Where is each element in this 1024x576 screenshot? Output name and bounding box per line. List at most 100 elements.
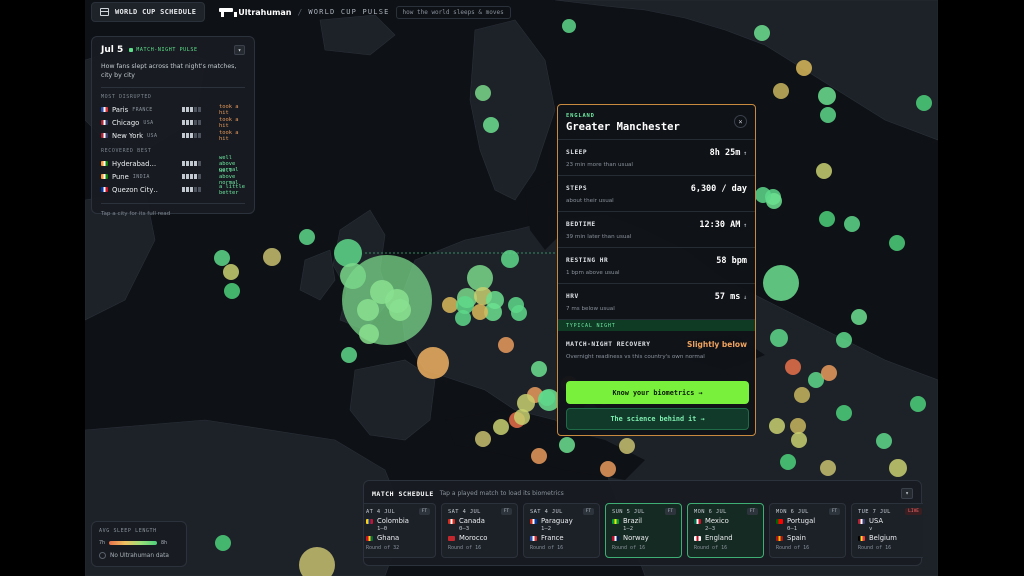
city-dot[interactable]	[770, 329, 788, 347]
city-dot[interactable]	[299, 229, 315, 245]
legend-max: 8h	[161, 540, 168, 546]
city-row[interactable]: New York USA took a hit	[101, 129, 245, 142]
city-dot[interactable]	[794, 387, 810, 403]
away-team-name: Norway	[623, 534, 649, 542]
city-dot[interactable]	[876, 433, 892, 449]
metric-value-text: 6,300 / day	[690, 184, 747, 194]
city-dot[interactable]	[791, 432, 807, 448]
city-dot[interactable]	[359, 324, 379, 344]
city-dot[interactable]	[889, 459, 907, 477]
city-dot[interactable]	[442, 297, 458, 313]
city-dot[interactable]	[763, 265, 799, 301]
city-dot[interactable]	[790, 418, 806, 434]
city-dot[interactable]	[836, 405, 852, 421]
city-dot[interactable]	[910, 396, 926, 412]
home-team-name: USA	[869, 517, 884, 525]
city-dot[interactable]	[785, 359, 801, 375]
city-dot[interactable]	[341, 347, 357, 363]
city-row[interactable]: Quezon City… a little better	[101, 183, 245, 196]
city-dot[interactable]	[844, 216, 860, 232]
city-row[interactable]: Paris FRANCE took a hit	[101, 103, 245, 116]
live-dot-icon	[129, 48, 134, 52]
home-team-name: Brazil	[623, 517, 642, 525]
city-dot[interactable]	[755, 187, 771, 203]
city-dot[interactable]	[816, 163, 832, 179]
city-dot[interactable]	[820, 107, 836, 123]
night-panel-header: Jul 5 MATCH-NIGHT PULSE ▾	[101, 45, 245, 55]
home-team: Portugal	[776, 517, 839, 525]
city-dot[interactable]	[600, 461, 616, 477]
match-card[interactable]: SAT 4 JUL FT Canada 0–3 Morocco Round of 16	[441, 503, 518, 558]
city-dot[interactable]	[819, 211, 835, 227]
city-dot[interactable]	[334, 239, 362, 267]
ultrahuman-logo-icon	[219, 7, 238, 17]
city-dot[interactable]	[486, 291, 504, 309]
city-dot[interactable]	[531, 448, 547, 464]
metric-sub: about their usual	[566, 198, 614, 204]
away-team: Spain	[776, 534, 839, 542]
city-dot[interactable]	[539, 390, 555, 406]
city-dot[interactable]	[517, 394, 535, 412]
flag-icon	[694, 535, 701, 541]
city-dot[interactable]	[224, 283, 240, 299]
flag-icon	[101, 161, 108, 166]
city-dot[interactable]	[357, 299, 379, 321]
city-dot[interactable]	[796, 60, 812, 76]
city-dot[interactable]	[619, 438, 635, 454]
match-card[interactable]: SUN 5 JUL FT Brazil 1–2 Norway Round of 16	[605, 503, 682, 558]
trend-arrow-icon: ↑	[743, 222, 747, 229]
city-dot[interactable]	[780, 454, 796, 470]
city-dot[interactable]	[820, 460, 836, 476]
science-behind-it-button[interactable]: The science behind it →	[566, 408, 749, 430]
city-row[interactable]: Chicago USA took a hit	[101, 116, 245, 129]
city-dot[interactable]	[214, 250, 230, 266]
away-team-name: Ghana	[377, 534, 400, 542]
city-dot[interactable]	[472, 304, 488, 320]
match-card[interactable]: MON 6 JUL FT Mexico 2–3 England Round of 16	[687, 503, 764, 558]
city-dot[interactable]	[916, 95, 932, 111]
city-dot[interactable]	[498, 337, 514, 353]
city-dot[interactable]	[889, 235, 905, 251]
match-card[interactable]: TUE 7 JUL LIVE USA v Belgium Round of 16	[851, 503, 923, 558]
city-dot[interactable]	[467, 265, 493, 291]
city-dot[interactable]	[223, 264, 239, 280]
city-dot[interactable]	[389, 299, 411, 321]
close-icon[interactable]: ×	[734, 115, 747, 128]
match-card[interactable]: SAT 4 JUL FT Paraguay 1–2 France Round of 16	[523, 503, 600, 558]
city-dot[interactable]	[475, 85, 491, 101]
match-schedule-panel: MATCH SCHEDULE Tap a played match to loa…	[363, 480, 923, 566]
city-dot[interactable]	[821, 365, 837, 381]
city-dot[interactable]	[455, 310, 471, 326]
metric-sub: 1 bpm above usual	[566, 270, 620, 276]
world-cup-schedule-button[interactable]: WORLD CUP SCHEDULE	[91, 2, 206, 22]
city-dot[interactable]	[773, 83, 789, 99]
match-list[interactable]: AT 4 JUL FT Colombia 1–0 Ghana Round of 32 SAT…	[364, 503, 923, 559]
city-dot[interactable]	[851, 309, 867, 325]
match-card[interactable]: MON 6 JUL FT Portugal 0–1 Spain Round of 16	[769, 503, 846, 558]
brand[interactable]: Ultrahuman	[219, 7, 292, 17]
city-dot[interactable]	[818, 87, 836, 105]
city-row[interactable]: Pune INDIA well above normal	[101, 168, 245, 186]
city-dot[interactable]	[769, 418, 785, 434]
city-dot[interactable]	[263, 248, 281, 266]
know-your-biometrics-button[interactable]: Know your biometrics →	[566, 381, 749, 404]
city-dot[interactable]	[559, 437, 575, 453]
city-dot[interactable]	[417, 347, 449, 379]
collapse-schedule-button[interactable]: ▾	[901, 488, 913, 499]
city-row-status: took a hit	[219, 103, 239, 116]
night-description: How fans slept across that night's match…	[101, 62, 245, 88]
match-card[interactable]: AT 4 JUL FT Colombia 1–0 Ghana Round of 32	[364, 503, 436, 558]
collapse-night-panel-button[interactable]: ▾	[234, 45, 245, 55]
city-row-country: FRANCE	[132, 106, 153, 113]
city-dot[interactable]	[531, 361, 547, 377]
city-dot[interactable]	[501, 250, 519, 268]
city-dot[interactable]	[511, 305, 527, 321]
city-dot[interactable]	[754, 25, 770, 41]
city-dot[interactable]	[493, 419, 509, 435]
city-dot[interactable]	[514, 409, 530, 425]
away-team: Morocco	[448, 534, 511, 542]
city-dot[interactable]	[475, 431, 491, 447]
city-dot[interactable]	[483, 117, 499, 133]
city-dot[interactable]	[836, 332, 852, 348]
city-dot[interactable]	[215, 535, 231, 551]
